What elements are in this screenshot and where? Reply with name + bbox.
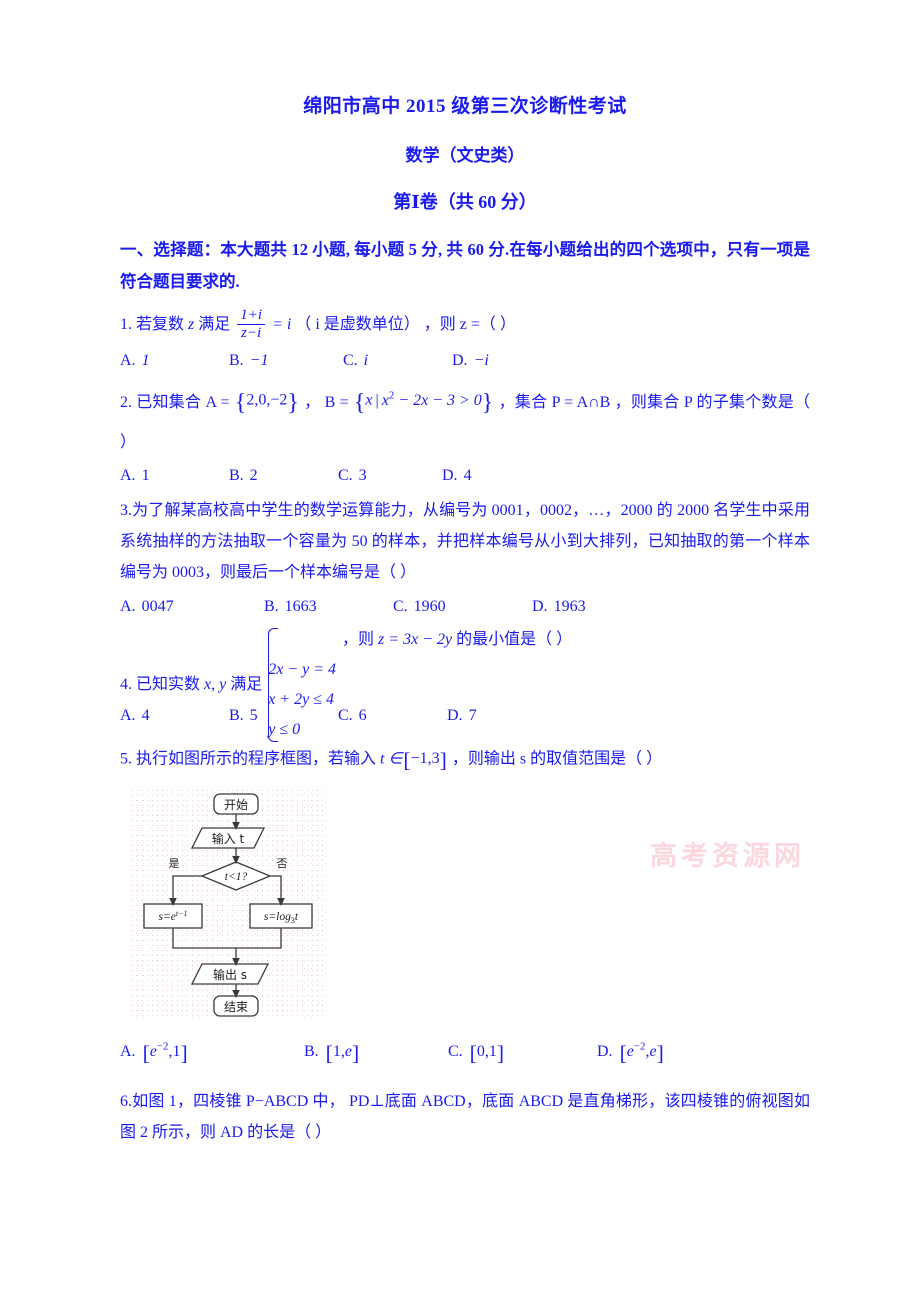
question-5-stem-pre: 执行如图所示的程序框图，若输入 <box>136 751 377 769</box>
flowchart-svg: 开始 输入 t 输出 s 结束 是 否 t<1? s=et−1 s=log3t <box>143 792 313 1017</box>
fraction-denominator: z−i <box>237 323 266 342</box>
question-1-equation: = i <box>272 316 292 334</box>
option-5-c[interactable]: C. [0,1] <box>448 1032 593 1074</box>
question-4-variables: x, y <box>204 675 227 693</box>
question-3-stem: 为了解某高校高中学生的数学运算能力，从编号为 0001，0002，…，2000 … <box>120 502 810 582</box>
flow-arrow-yes <box>169 874 202 906</box>
question-2-options: A. 1 B. 2 C. 3 D. 4 <box>120 460 810 491</box>
section-heading: 第Ⅰ卷（共 60 分） <box>393 191 537 212</box>
question-2-stem-b: ， B = <box>304 394 349 411</box>
question-5-number: 5. <box>120 751 132 769</box>
option-2-c[interactable]: C. 3 <box>338 460 438 491</box>
question-6-number: 6. <box>120 1092 132 1110</box>
flowchart-label-end: 结束 <box>224 1000 248 1014</box>
question-4-comma: ，则 <box>342 630 375 648</box>
question-1-options: A. 1 B. −1 C. i D. −i <box>120 345 810 376</box>
question-5-stem-post: ，则输出 s 的取值范围是（ ） <box>451 751 663 769</box>
option-1-c[interactable]: C. i <box>343 345 448 376</box>
question-4-stem-mid: 满足 <box>230 675 263 693</box>
option-2-d[interactable]: D. 4 <box>442 460 472 491</box>
question-6-stem: 如图 1，四棱锥 P−ABCD 中， PD⊥底面 ABCD，底面 ABCD 是直… <box>120 1092 810 1141</box>
watermark-text: 高考资源网 <box>650 840 805 872</box>
option-3-c[interactable]: C. 1960 <box>393 591 528 622</box>
system-row-1: 2x − y = 4 <box>268 661 337 679</box>
option-5-b[interactable]: B. [1,e] <box>304 1032 444 1074</box>
page-title: 绵阳市高中 2015 级第三次诊断性考试 <box>303 96 627 117</box>
system-brace <box>268 627 279 743</box>
question-2: 2. 已知集合 A = {{2,0,−2}2,0,−2} ， B = {x|x2… <box>120 380 810 458</box>
option-2-a[interactable]: A. 1 <box>120 460 225 491</box>
option-4-a[interactable]: A. 4 <box>120 700 225 731</box>
question-2-stem-a: 已知集合 A = <box>136 394 230 411</box>
question-5-options: A. [e−2,1] B. [1,e] C. [0,1] D. [e−2,e] <box>120 1032 810 1074</box>
question-1-variable: z <box>188 316 195 334</box>
flow-arrow-no <box>270 874 285 906</box>
question-4-number: 4. <box>120 675 132 693</box>
option-4-d[interactable]: D. 7 <box>447 700 477 731</box>
option-3-b[interactable]: B. 1663 <box>264 591 389 622</box>
flowchart-label-decision: t<1? <box>225 871 248 883</box>
option-4-c[interactable]: C. 6 <box>338 700 443 731</box>
flowchart-label-input: 输入 t <box>212 831 245 846</box>
option-1-b[interactable]: B. −1 <box>229 345 339 376</box>
question-1-stem-mid: 满足 <box>198 316 231 334</box>
option-3-d[interactable]: D. 1963 <box>532 591 586 622</box>
question-1-stem-pre: 若复数 <box>136 316 185 334</box>
question-6: 6.如图 1，四棱锥 P−ABCD 中， PD⊥底面 ABCD，底面 ABCD … <box>120 1086 810 1148</box>
question-4-stem-post: 的最小值是（ ） <box>456 630 573 648</box>
question-5-interval: [−1,3] <box>403 748 447 773</box>
flowchart-figure: 高考资源网 开始 输入 t 输出 s 结束 是 否 t<1? s=et−1 s=… <box>130 787 801 1024</box>
exam-page: 绵阳市高中 2015 级第三次诊断性考试 数学（文史类） 第Ⅰ卷（共 60 分）… <box>0 0 920 1302</box>
question-1: 1. 若复数 z 满足 1+i z−i = i （ i 是虚数单位） ，则 z … <box>120 307 810 343</box>
option-3-a[interactable]: A. 0047 <box>120 591 260 622</box>
question-1-fraction: 1+i z−i <box>237 307 266 342</box>
section-instruction: 一、选择题：本大题共 12 小题, 每小题 5 分, 共 60 分.在每小题给出… <box>120 239 810 291</box>
question-5-input-var: t ∈ <box>380 751 403 769</box>
question-2-number: 2. <box>120 394 132 411</box>
question-1-note: （ i 是虚数单位） <box>295 316 420 334</box>
document-subtitle: 数学（文史类） <box>405 145 525 165</box>
flowchart-label-output: 输出 s <box>213 967 247 982</box>
question-3: 3.为了解某高校高中学生的数学运算能力，从编号为 0001，0002，…，200… <box>120 495 810 589</box>
question-1-stem-post: ，则 z =（ ） <box>423 316 516 334</box>
system-row-2: x + 2y ≤ 4 <box>268 691 335 709</box>
question-5: 5. 执行如图所示的程序框图，若输入 t ∈[−1,3] ，则输出 s 的取值范… <box>120 739 810 781</box>
question-3-number: 3. <box>120 502 132 520</box>
question-1-number: 1. <box>120 316 132 334</box>
option-1-a[interactable]: A. 1 <box>120 345 225 376</box>
option-5-d[interactable]: D. [e−2,e] <box>597 1032 665 1074</box>
flow-merge-line <box>172 927 282 949</box>
question-4-stem-pre: 已知实数 <box>136 675 201 693</box>
fraction-numerator: 1+i <box>240 307 263 324</box>
question-2-set-b: {x | x2 − 2x − 3 > 0} <box>353 389 494 416</box>
question-4-options: A. 4 B. 5 C. 6 D. 7 <box>120 700 810 731</box>
question-4-objective: z = 3x − 2y <box>378 630 453 648</box>
flowchart-label-start: 开始 <box>224 798 248 812</box>
option-2-b[interactable]: B. 2 <box>229 460 334 491</box>
option-1-d[interactable]: D. −i <box>452 345 489 376</box>
flowchart-label-no: 否 <box>277 857 288 870</box>
system-row-3: y ≤ 0 <box>268 720 301 738</box>
option-5-a[interactable]: A. [e−2,1] <box>120 1032 300 1074</box>
flowchart-label-yes: 是 <box>169 857 180 870</box>
question-4-system: 2x − y = 4 x + 2y ≤ 4 y ≤ 0 <box>268 626 336 744</box>
page-content: 绵阳市高中 2015 级第三次诊断性考试 数学（文史类） 第Ⅰ卷（共 60 分）… <box>120 96 810 1150</box>
question-3-options: A. 0047 B. 1663 C. 1960 D. 1963 <box>120 591 810 622</box>
question-2-set-a: {{2,0,−2}2,0,−2} <box>234 389 299 416</box>
